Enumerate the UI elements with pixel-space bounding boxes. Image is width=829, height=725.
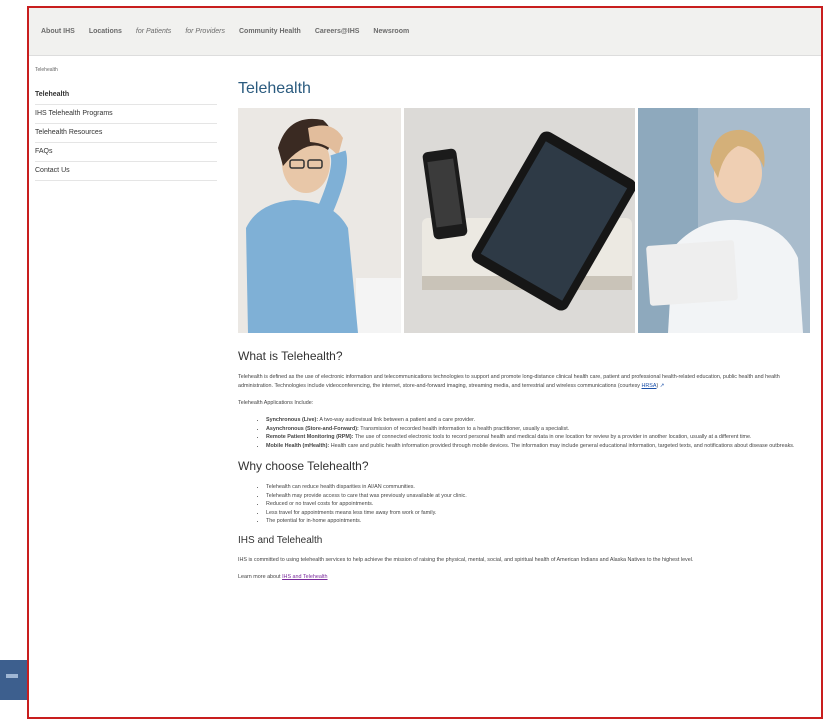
nav-careers[interactable]: Careers@IHS: [315, 28, 360, 35]
applications-intro: Telehealth Applications Include:: [238, 400, 314, 406]
sidebar-item-ihs-telehealth-programs[interactable]: IHS Telehealth Programs: [35, 105, 217, 124]
section-heading-what: What is Telehealth?: [238, 349, 343, 363]
what-paragraph: Telehealth is defined as the use of elec…: [238, 374, 780, 389]
why-list: Telehealth can reduce health disparities…: [238, 483, 812, 526]
nav-community-health[interactable]: Community Health: [239, 28, 301, 35]
list-item: Synchronous (Live): A two-way audiovisua…: [266, 416, 812, 425]
sidebar-item-contact-us[interactable]: Contact Us: [35, 162, 217, 181]
what-text: Telehealth is defined as the use of elec…: [238, 374, 780, 389]
list-item: Asynchronous (Store-and-Forward): Transm…: [266, 425, 812, 434]
photo-doctor-laptop: [638, 108, 810, 333]
ihs-logo-fragment: [0, 660, 27, 700]
sidebar-item-faqs[interactable]: FAQs: [35, 143, 217, 162]
list-item: Telehealth may provide access to care th…: [266, 492, 812, 501]
list-item: Remote Patient Monitoring (RPM): The use…: [266, 433, 812, 442]
nav-for-providers[interactable]: for Providers: [185, 28, 225, 35]
nav-newsroom[interactable]: Newsroom: [373, 28, 409, 35]
external-link-icon: ↗: [659, 383, 665, 389]
sidebar-item-telehealth-resources[interactable]: Telehealth Resources: [35, 124, 217, 143]
list-item: The potential for in-home appointments.: [266, 517, 812, 526]
ihs-paragraph: IHS is committed to using telehealth ser…: [238, 556, 694, 563]
photo-tablet-and-phone: [404, 108, 635, 333]
section-heading-ihs: IHS and Telehealth: [238, 534, 323, 546]
learn-more: Learn more about IHS and Telehealth: [238, 573, 328, 580]
nav-about-ihs[interactable]: About IHS: [41, 28, 75, 35]
applications-list: Synchronous (Live): A two-way audiovisua…: [238, 416, 812, 450]
list-item: Reduced or no travel costs for appointme…: [266, 500, 812, 509]
photo-woman-headache: [238, 108, 401, 333]
nav-locations[interactable]: Locations: [89, 28, 122, 35]
list-item: Less travel for appointments means less …: [266, 509, 812, 518]
top-navigation: About IHS Locations for Patients for Pro…: [29, 8, 821, 56]
main-content: Telehealth What is Telehealth? Telehealt…: [238, 80, 812, 590]
list-item: Telehealth can reduce health disparities…: [266, 483, 812, 492]
browser-content-frame: About IHS Locations for Patients for Pro…: [27, 6, 823, 719]
list-item: Mobile Health (mHealth): Health care and…: [266, 442, 812, 451]
nav-for-patients[interactable]: for Patients: [136, 28, 171, 35]
sidebar: Telehealth IHS Telehealth Programs Teleh…: [35, 86, 217, 181]
hrsa-link[interactable]: HRSA: [642, 383, 657, 389]
breadcrumb[interactable]: Telehealth: [35, 67, 58, 73]
ihs-and-telehealth-link[interactable]: IHS and Telehealth: [282, 574, 327, 580]
page-title: Telehealth: [238, 80, 311, 97]
section-heading-why: Why choose Telehealth?: [238, 459, 369, 473]
sidebar-item-telehealth[interactable]: Telehealth: [35, 86, 217, 105]
hero-image-strip: [238, 108, 812, 333]
